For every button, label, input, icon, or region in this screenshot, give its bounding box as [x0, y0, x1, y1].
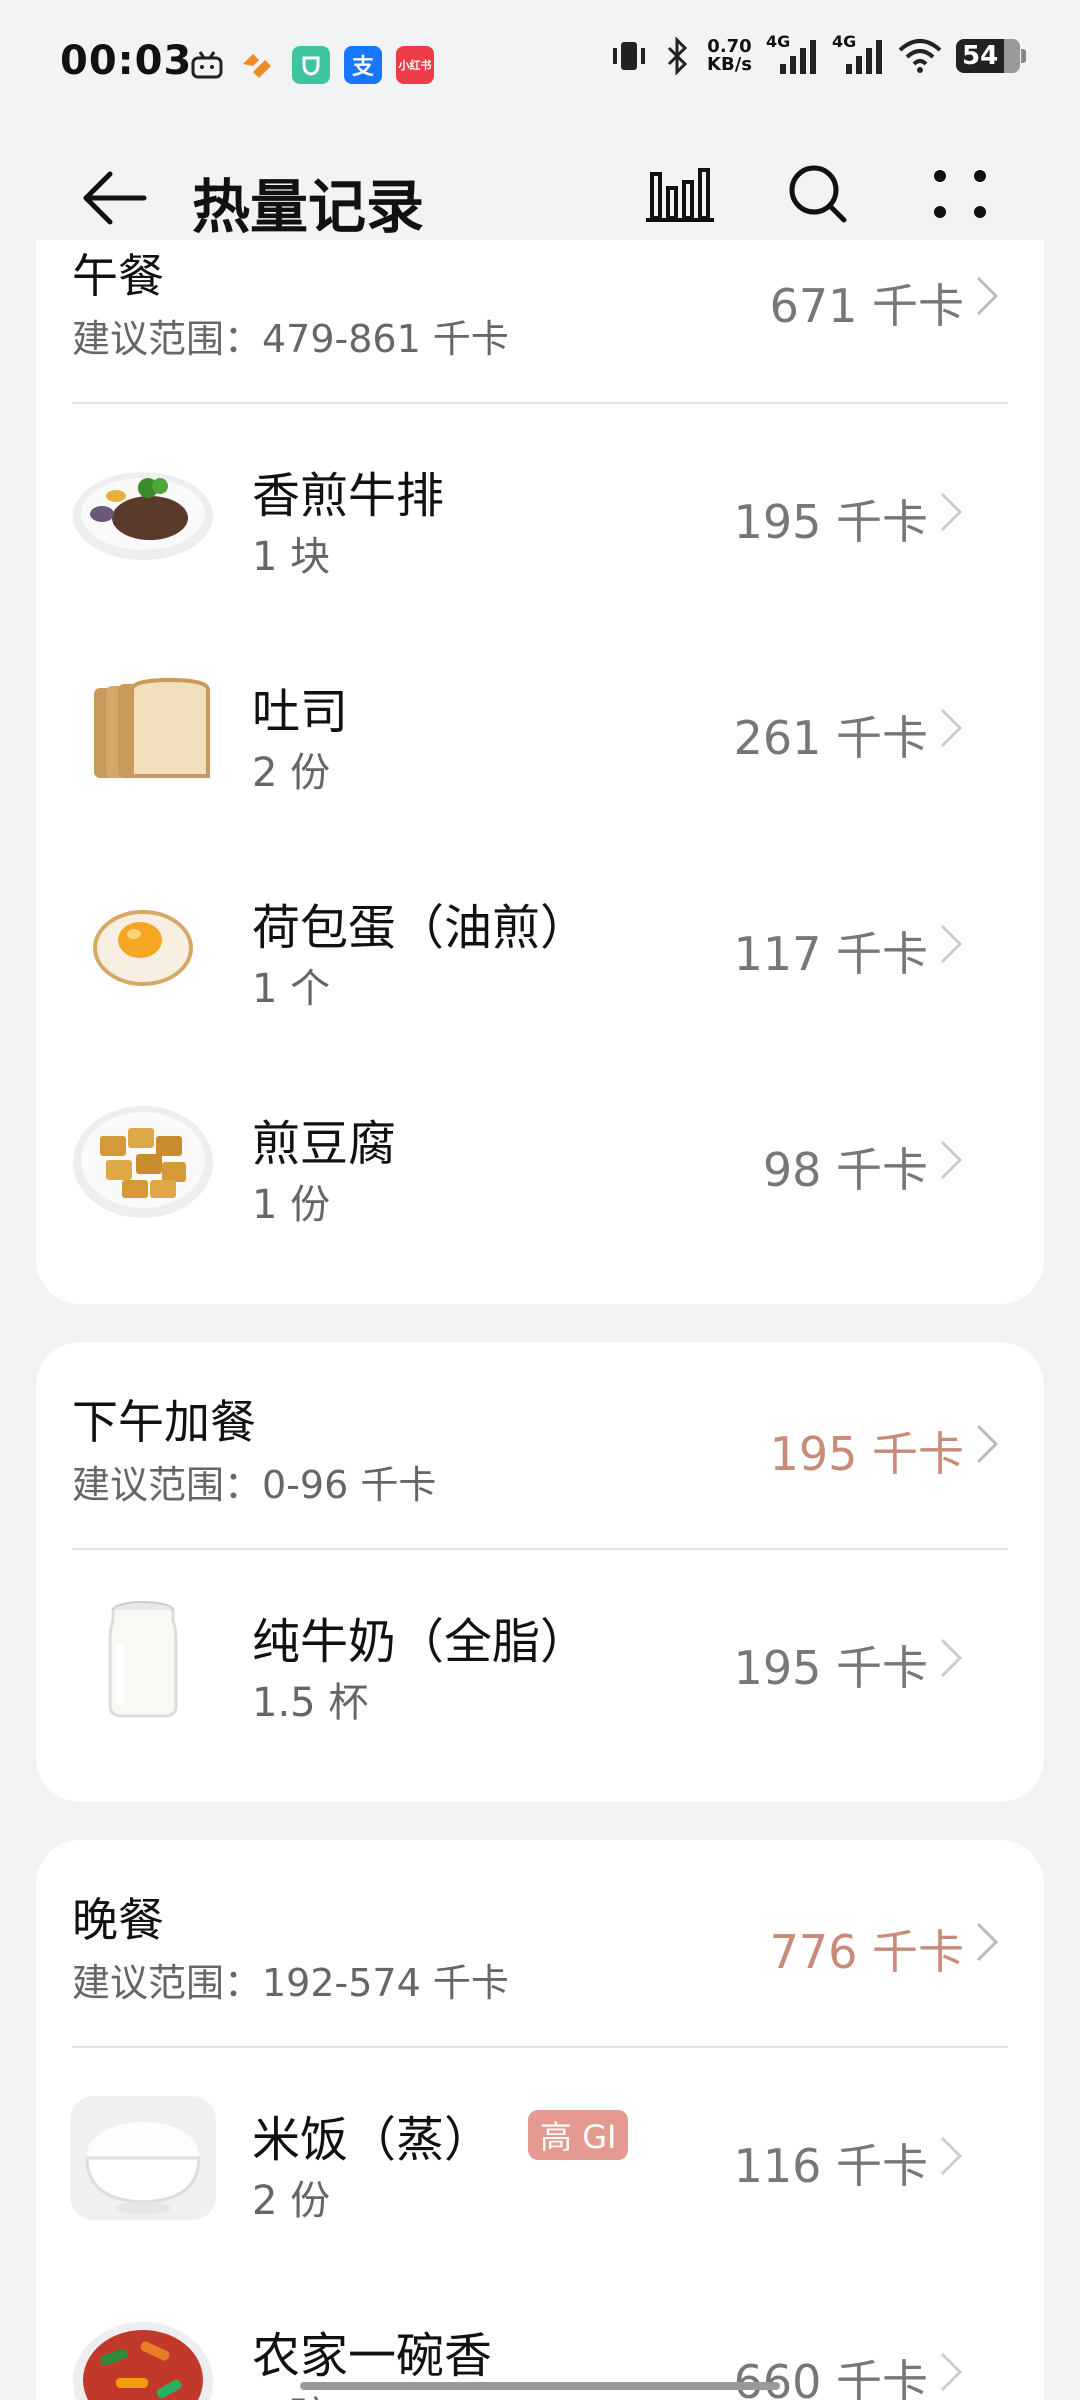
chevron-right-icon: [938, 2350, 964, 2394]
divider: [72, 1548, 1008, 1550]
chevron-right-icon: [938, 1138, 964, 1182]
food-kcal: 117 千卡: [733, 927, 928, 981]
dish-image: [70, 2312, 216, 2400]
food-kcal: 195 千卡: [733, 495, 928, 549]
food-item[interactable]: 香煎牛排 1 块 195 千卡: [36, 406, 1044, 622]
food-name: 煎豆腐: [252, 1116, 397, 1172]
bar-chart-icon[interactable]: [640, 154, 720, 234]
xiaohongshu-icon: 小红书: [396, 46, 434, 84]
food-kcal: 98 千卡: [762, 1143, 928, 1197]
section-title: 午餐: [72, 249, 164, 303]
signal-1-label: 4G: [766, 32, 791, 51]
food-item[interactable]: 农家一碗香 1 碗 660 千卡: [36, 2266, 1044, 2400]
section-kcal: 671 千卡: [769, 279, 964, 333]
food-quantity: 1 份: [252, 1182, 331, 1228]
food-quantity: 2 份: [252, 2178, 331, 2224]
food-item[interactable]: 米饭（蒸） 高 GI 2 份 116 千卡: [36, 2050, 1044, 2266]
food-name: 荷包蛋（油煎）: [252, 900, 589, 956]
food-kcal: 116 千卡: [733, 2139, 928, 2193]
chevron-right-icon: [974, 1422, 1000, 1466]
net-speed: 0.70 KB/s: [707, 38, 752, 74]
chevron-right-icon: [938, 490, 964, 534]
divider: [72, 2046, 1008, 2048]
food-item[interactable]: 荷包蛋（油煎） 1 个 117 千卡: [36, 838, 1044, 1054]
divider: [72, 402, 1008, 404]
taobao-heart-icon: [238, 46, 276, 84]
chevron-right-icon: [974, 274, 1000, 318]
battery-indicator: 54: [956, 39, 1026, 73]
section-title: 下午加餐: [72, 1395, 256, 1449]
food-name: 农家一碗香: [252, 2328, 493, 2384]
toast-image: [70, 668, 216, 792]
net-speed-unit: KB/s: [707, 54, 752, 75]
gesture-navigation-bar[interactable]: [300, 2382, 780, 2390]
food-item[interactable]: 煎豆腐 1 份 98 千卡: [36, 1054, 1044, 1270]
more-icon[interactable]: [920, 154, 1000, 234]
status-right-group: 0.70 KB/s 4G 4G 54: [609, 32, 1026, 76]
vibrate-icon: [613, 42, 646, 70]
section-card-dinner: 晚餐 建议范围：192-574 千卡 776 千卡 米饭（蒸） 高 GI 2 份 …: [36, 1840, 1044, 2400]
screen: 00:03 支 小红书 0.70 KB/s 4G 4G 54 热量记录 午餐 建…: [0, 0, 1080, 2400]
signal-2-label: 4G: [832, 32, 857, 51]
section-range: 建议范围：192-574 千卡: [72, 1961, 509, 2005]
chevron-right-icon: [938, 2134, 964, 2178]
status-time: 00:03: [60, 38, 193, 84]
section-card-afternoon-snack: 下午加餐 建议范围：0-96 千卡 195 千卡 纯牛奶（全脂） 1.5 杯 1…: [36, 1342, 1044, 1802]
search-icon[interactable]: [778, 154, 858, 234]
app-header: 热量记录: [0, 130, 1080, 241]
wifi-icon: [898, 39, 942, 73]
food-quantity: 1.5 杯: [252, 1680, 369, 1726]
chevron-right-icon: [974, 1920, 1000, 1964]
food-name: 纯牛奶（全脂）: [252, 1614, 589, 1670]
signal-2: 4G: [832, 32, 884, 76]
food-item[interactable]: 吐司 2 份 261 千卡: [36, 622, 1044, 838]
back-arrow-icon[interactable]: [80, 168, 150, 228]
signal-1: 4G: [766, 32, 818, 76]
fried-egg-image: [70, 884, 216, 1008]
mijia-icon: [292, 46, 330, 84]
food-name: 吐司: [252, 684, 349, 740]
food-kcal: 660 千卡: [733, 2355, 928, 2400]
section-kcal: 776 千卡: [769, 1925, 964, 1979]
chevron-right-icon: [938, 706, 964, 750]
food-quantity: 1 个: [252, 966, 331, 1012]
fried-tofu-image: [70, 1100, 216, 1224]
food-kcal: 261 千卡: [733, 711, 928, 765]
section-range: 建议范围：0-96 千卡: [72, 1463, 437, 1507]
food-item[interactable]: 纯牛奶（全脂） 1.5 杯 195 千卡: [36, 1552, 1044, 1768]
bilibili-icon: [188, 46, 226, 84]
food-quantity: 2 份: [252, 750, 331, 796]
food-quantity: 1 块: [252, 534, 331, 580]
status-bar: 00:03 支 小红书 0.70 KB/s 4G 4G 54: [0, 0, 1080, 130]
section-header[interactable]: 下午加餐 建议范围：0-96 千卡 195 千卡: [36, 1342, 1044, 1548]
chevron-right-icon: [938, 922, 964, 966]
food-name: 香煎牛排: [252, 468, 445, 524]
section-kcal: 195 千卡: [769, 1427, 964, 1481]
chevron-right-icon: [938, 1636, 964, 1680]
battery-empty-part: [1004, 39, 1020, 73]
milk-image: [70, 1598, 216, 1722]
section-range: 建议范围：479-861 千卡: [72, 317, 509, 361]
section-header[interactable]: 晚餐 建议范围：192-574 千卡 776 千卡: [36, 1840, 1044, 2046]
food-name-text: 米饭（蒸）: [252, 2112, 493, 2168]
rice-image: [70, 2096, 216, 2220]
steak-image: [70, 452, 216, 576]
food-kcal: 195 千卡: [733, 1641, 928, 1695]
food-name: 米饭（蒸） 高 GI: [252, 2100, 629, 2170]
alipay-icon: 支: [344, 46, 382, 84]
section-title: 晚餐: [72, 1893, 164, 1947]
page-title: 热量记录: [192, 173, 425, 241]
high-gi-badge: 高 GI: [528, 2110, 629, 2160]
bluetooth-icon: [667, 36, 688, 76]
section-card-lunch: 午餐 建议范围：479-861 千卡 671 千卡 香煎牛排 1 块 195 千…: [36, 150, 1044, 1304]
battery-level: 54: [962, 41, 999, 71]
